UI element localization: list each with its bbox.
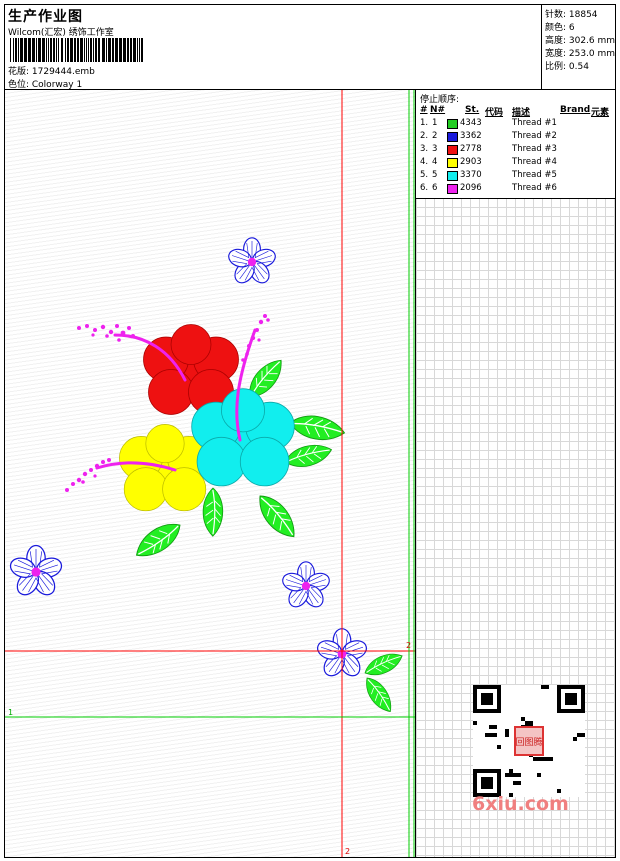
thread-stop-sequence-table: 停止顺序: # N# St. 代码 描述 Brand 元素 1. 1 4343 Thr…	[416, 90, 615, 199]
red-guide-label-bottom: 2	[345, 847, 350, 856]
design-height: 高度: 302.6 mm	[545, 36, 616, 46]
thread-needle: 4	[432, 157, 438, 167]
qr-code: 回图腾	[473, 685, 585, 797]
thread-description: Thread #3	[512, 144, 557, 154]
column-header-st: St.	[465, 105, 480, 115]
thread-code: 3362	[460, 131, 482, 141]
thread-row[interactable]: 1. 1 4343 Thread #1	[416, 118, 615, 131]
design-file-label: 花版: 1729444.emb	[8, 67, 95, 77]
thread-order: 2.	[420, 131, 429, 141]
thread-code: 2903	[460, 157, 482, 167]
leaf-shape	[252, 487, 302, 545]
design-preview-canvas[interactable]: 1 2 2	[5, 90, 416, 857]
thread-order: 5.	[420, 170, 429, 180]
thread-needle: 2	[432, 131, 438, 141]
thread-color-swatch	[447, 119, 458, 129]
stop-sequence-title: 停止顺序:	[420, 95, 460, 105]
color-count: 颜色: 6	[545, 23, 575, 33]
thread-code: 3370	[460, 170, 482, 180]
design-stats: 针数: 18854 颜色: 6 高度: 302.6 mm 宽度: 253.0 m…	[541, 5, 616, 89]
thread-code: 2096	[460, 183, 482, 193]
thread-panel: 停止顺序: # N# St. 代码 描述 Brand 元素 1. 1 4343 Thr…	[416, 90, 615, 857]
thread-row[interactable]: 4. 4 2903 Thread #4	[416, 157, 615, 170]
thread-order: 4.	[420, 157, 429, 167]
thread-code: 4343	[460, 118, 482, 128]
watermark-text: 6xiu.com	[472, 793, 569, 815]
studio-name: Wilcom(汇宏) 绣饰工作室	[8, 28, 114, 38]
leaf-shape	[286, 409, 348, 447]
sheet-header: 生产作业图 Wilcom(汇宏) 绣饰工作室 花版: 1729444.emb 色…	[5, 5, 615, 90]
thread-needle: 6	[432, 183, 438, 193]
thread-order: 6.	[420, 183, 429, 193]
thread-description: Thread #6	[512, 183, 557, 193]
qr-seal-text: 回图腾	[515, 736, 542, 748]
thread-description: Thread #4	[512, 157, 557, 167]
blue-flower	[225, 237, 279, 288]
thread-row[interactable]: 2. 2 3362 Thread #2	[416, 131, 615, 144]
red-guide-label-right: 2	[406, 641, 411, 650]
colorway-label: 色位: Colorway 1	[8, 80, 83, 90]
column-header-n: N#	[430, 105, 446, 115]
leaf-shape	[129, 516, 188, 564]
thread-color-swatch	[447, 171, 458, 181]
design-scale: 比例: 0.54	[545, 62, 589, 72]
thread-color-swatch	[447, 132, 458, 142]
thread-description: Thread #2	[512, 131, 557, 141]
green-guide-label: 1	[8, 708, 13, 717]
column-header-brand: Brand	[560, 105, 591, 115]
thread-order: 3.	[420, 144, 429, 154]
thread-order: 1.	[420, 118, 429, 128]
blue-flower	[279, 561, 333, 612]
stitch-count: 针数: 18854	[545, 10, 598, 20]
thread-description: Thread #1	[512, 118, 557, 128]
blue-flower	[7, 544, 65, 600]
thread-color-swatch	[447, 184, 458, 194]
thread-color-swatch	[447, 145, 458, 155]
design-width: 宽度: 253.0 mm	[545, 49, 616, 59]
leaf-shape	[361, 649, 407, 680]
column-header-code: 代码	[485, 108, 504, 118]
leaf-shape	[360, 672, 397, 718]
leaf-shape	[282, 441, 335, 471]
thread-row[interactable]: 3. 3 2778 Thread #3	[416, 144, 615, 157]
sheet-title: 生产作业图	[8, 9, 83, 25]
thread-row[interactable]: 5. 5 3370 Thread #5	[416, 170, 615, 183]
thread-color-swatch	[447, 158, 458, 168]
production-sheet: 生产作业图 Wilcom(汇宏) 绣饰工作室 花版: 1729444.emb 色…	[4, 4, 616, 858]
thread-needle: 3	[432, 144, 438, 154]
thread-row[interactable]: 6. 6 2096 Thread #6	[416, 183, 615, 196]
embroidery-artwork: 1 2 2	[5, 90, 415, 857]
thread-code: 2778	[460, 144, 482, 154]
column-header-element: 元素	[591, 108, 610, 118]
thread-needle: 1	[432, 118, 438, 128]
thread-description: Thread #5	[512, 170, 557, 180]
barcode-image	[10, 38, 143, 62]
column-header-num: #	[420, 105, 428, 115]
thread-needle: 5	[432, 170, 438, 180]
column-header-desc: 描述	[512, 108, 531, 118]
